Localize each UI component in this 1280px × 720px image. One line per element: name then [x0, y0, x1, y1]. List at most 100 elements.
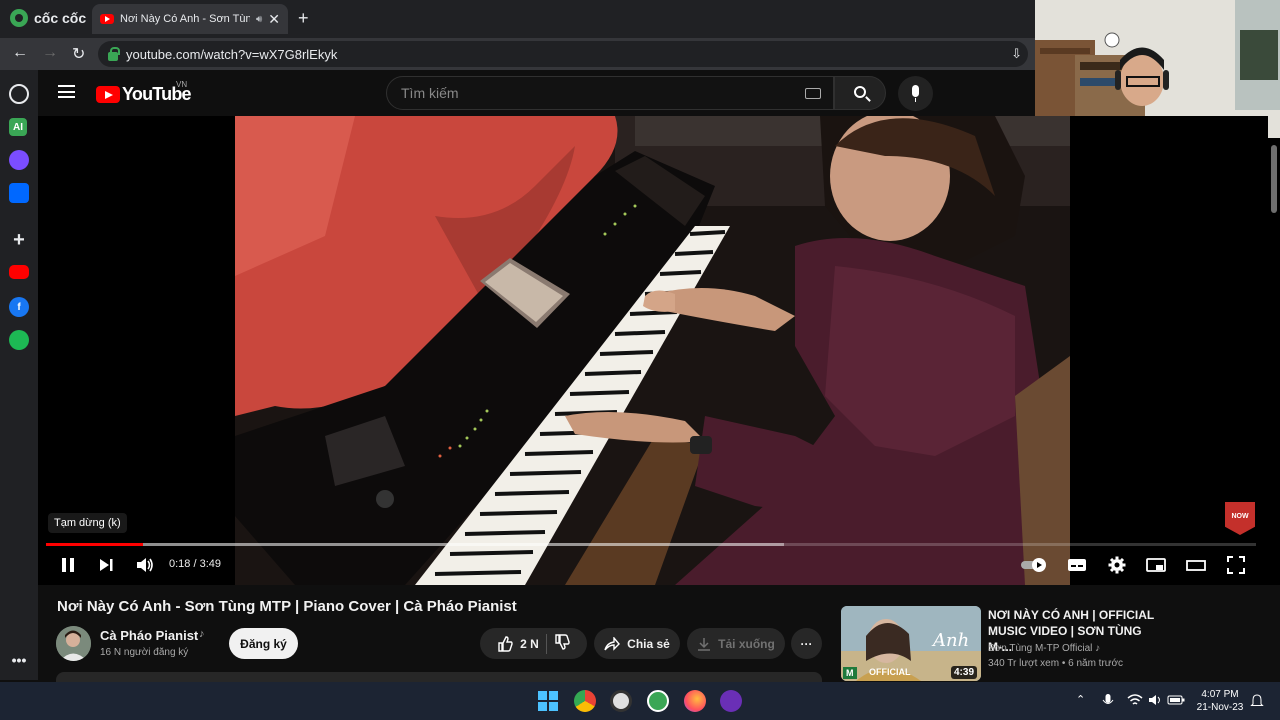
- download-button[interactable]: Tải xuống: [687, 628, 785, 659]
- search-icon: [854, 86, 866, 98]
- tab-title: Nơi Này Có Anh - Sơn Tùng: [120, 13, 250, 25]
- suggested-meta: 340 Tr lượt xem • 6 năm trước: [988, 658, 1124, 669]
- keyboard-icon[interactable]: [805, 88, 821, 99]
- suggested-channel-name: Sơn Tùng M-TP Official: [988, 643, 1093, 654]
- autoplay-toggle[interactable]: [1020, 552, 1050, 578]
- autoplay-toggle-icon: [1021, 558, 1046, 572]
- browser-brand-name: cốc cốc: [34, 10, 87, 26]
- fullscreen-button[interactable]: [1224, 552, 1248, 578]
- description-box[interactable]: [56, 672, 822, 682]
- mute-button[interactable]: [133, 552, 157, 578]
- dislike-button[interactable]: [554, 634, 570, 653]
- channel-name[interactable]: Cà Pháo Pianist: [100, 628, 198, 643]
- clock-time: 4:07 PM: [1201, 689, 1239, 700]
- add-sidebar-icon[interactable]: +: [9, 229, 29, 251]
- player-controls: 0:18 / 3:49: [38, 552, 1268, 582]
- youtube-sidebar-icon[interactable]: [9, 265, 29, 279]
- gear-icon: [1108, 556, 1126, 574]
- share-icon: [604, 636, 621, 651]
- chrome-icon[interactable]: [574, 690, 596, 712]
- microphone-icon: [912, 85, 919, 102]
- search-button[interactable]: [834, 76, 886, 110]
- video-player[interactable]: NOW Tạm dừng (k) 0:18 / 3:49: [38, 116, 1268, 585]
- history-icon[interactable]: [9, 84, 29, 104]
- browser-brand[interactable]: cốc cốc: [10, 9, 86, 27]
- app-icon-2[interactable]: [610, 690, 632, 712]
- wifi-icon[interactable]: [1127, 693, 1143, 707]
- suggested-channel[interactable]: Sơn Tùng M-TP Official ♪: [988, 643, 1100, 654]
- suggested-music-note-icon: ♪: [1095, 643, 1101, 654]
- subscribe-now-badge[interactable]: NOW: [1225, 502, 1255, 535]
- youtube-logo[interactable]: YouTube VN: [96, 80, 192, 105]
- page-scrollbar[interactable]: [1271, 145, 1277, 213]
- settings-button[interactable]: [1105, 552, 1129, 578]
- thumbs-down-icon: [555, 634, 570, 650]
- facebook-icon[interactable]: f: [9, 297, 29, 317]
- share-button[interactable]: Chia sẻ: [594, 628, 680, 659]
- fullscreen-icon: [1227, 556, 1245, 574]
- search-input[interactable]: Tìm kiếm: [386, 76, 834, 110]
- video-title: Nơi Này Có Anh - Sơn Tùng MTP | Piano Co…: [57, 598, 517, 615]
- download-icon: [698, 637, 711, 651]
- suggested-thumbnail[interactable]: Anh M OFFICIAL 4:39: [841, 606, 981, 681]
- youtube-play-logo-icon: [96, 86, 120, 103]
- download-page-icon[interactable]: ⇩: [1011, 46, 1022, 62]
- thumbnail-duration: 4:39: [950, 666, 977, 679]
- reload-icon[interactable]: ↻: [72, 44, 85, 64]
- windows-start-icon[interactable]: [537, 690, 559, 712]
- next-icon: [100, 559, 113, 571]
- forward-arrow-icon[interactable]: →: [42, 44, 58, 62]
- theater-mode-button[interactable]: [1184, 552, 1208, 578]
- more-actions-button[interactable]: ···: [791, 628, 822, 659]
- app-icon-5[interactable]: [720, 690, 742, 712]
- channel-avatar[interactable]: [56, 626, 91, 661]
- ai-icon[interactable]: AI: [9, 118, 27, 136]
- spotify-icon[interactable]: [9, 330, 29, 350]
- menu-icon[interactable]: [58, 85, 75, 98]
- sidebar-more-icon[interactable]: •••: [9, 650, 29, 670]
- tray-microphone-icon[interactable]: [1102, 693, 1114, 709]
- url-bar[interactable]: youtube.com/watch?v=wX7G8rlEkyk ⇩: [98, 41, 1028, 67]
- pause-button[interactable]: [56, 552, 80, 578]
- youtube-header: YouTube VN Tìm kiếm: [38, 70, 1035, 116]
- tab-close-icon[interactable]: ✕: [268, 11, 280, 28]
- url-text: youtube.com/watch?v=wX7G8rlEkyk: [126, 46, 338, 62]
- subscribe-badge-text: NOW: [1231, 513, 1249, 520]
- tab-youtube[interactable]: Nơi Này Có Anh - Sơn Tùng 🔊︎ ✕: [92, 4, 288, 34]
- tray-volume-icon[interactable]: [1148, 693, 1164, 707]
- video-frame: [235, 116, 1070, 585]
- taskbar-clock[interactable]: 4:07 PM 21-Nov-23: [1195, 688, 1245, 714]
- tray-expand-icon[interactable]: ⌃: [1076, 693, 1085, 706]
- back-arrow-icon[interactable]: ←: [12, 44, 28, 62]
- subtitles-button[interactable]: [1065, 552, 1089, 578]
- firefox-icon[interactable]: [684, 690, 706, 712]
- thumbnail-badge: M: [843, 667, 857, 679]
- svg-text:Anh: Anh: [931, 630, 969, 651]
- more-icon: ···: [800, 636, 813, 651]
- voice-search-button[interactable]: [898, 76, 933, 111]
- notification-bell-icon[interactable]: [1250, 693, 1264, 709]
- new-tab-button[interactable]: +: [298, 8, 309, 29]
- windows-taskbar: ⌃: [0, 682, 1280, 720]
- download-label: Tải xuống: [718, 636, 775, 651]
- coccoc-logo-icon: [10, 9, 28, 27]
- region-code: VN: [176, 80, 188, 89]
- clock-date: 21-Nov-23: [1196, 702, 1244, 713]
- messenger-icon[interactable]: [9, 150, 29, 170]
- address-toolbar: ← → ↻ youtube.com/watch?v=wX7G8rlEkyk ⇩: [0, 38, 1035, 70]
- tab-speaker-icon[interactable]: 🔊︎: [256, 14, 262, 25]
- thumbs-up-icon: [498, 635, 513, 652]
- battery-icon[interactable]: [1167, 695, 1185, 705]
- progress-bar[interactable]: [46, 543, 1256, 546]
- coccoc-taskbar-icon[interactable]: [647, 690, 669, 712]
- volume-icon: [137, 558, 153, 572]
- miniplayer-button[interactable]: [1144, 552, 1168, 578]
- pause-icon: [62, 558, 74, 572]
- subscribe-button[interactable]: Đăng ký: [229, 628, 298, 659]
- like-button[interactable]: 2 N: [497, 635, 539, 652]
- share-label: Chia sẻ: [627, 636, 670, 651]
- zalo-icon[interactable]: [9, 183, 29, 203]
- progress-buffered: [46, 543, 785, 546]
- browser-tab-bar: cốc cốc Nơi Này Có Anh - Sơn Tùng 🔊︎ ✕ +: [0, 0, 1035, 38]
- next-video-button[interactable]: [94, 552, 118, 578]
